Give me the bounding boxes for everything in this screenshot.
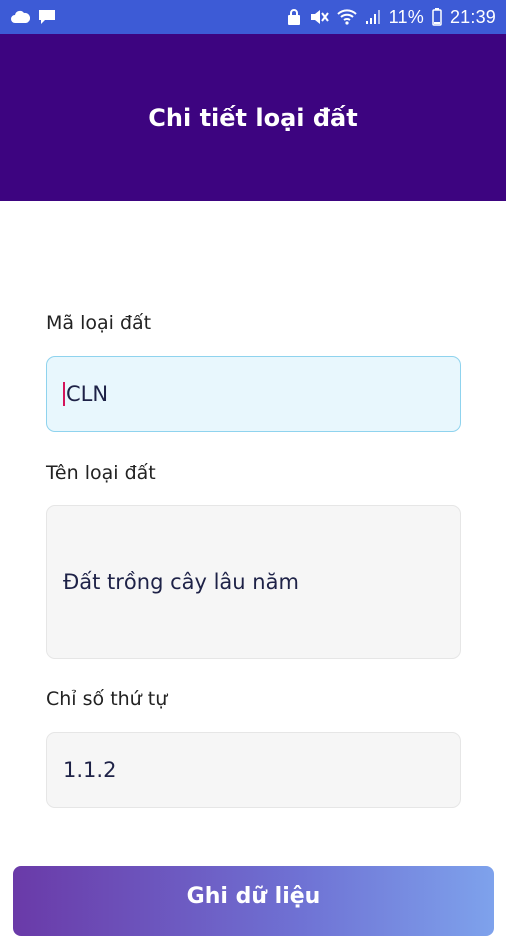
save-button-label: Ghi dữ liệu xyxy=(186,884,321,909)
save-button[interactable]: Ghi dữ liệu xyxy=(13,866,494,936)
code-label: Mã loại đất xyxy=(46,312,152,334)
app-header: Chi tiết loại đất xyxy=(0,34,506,201)
battery-icon xyxy=(432,8,442,26)
name-input[interactable]: Đất trồng cây lâu năm xyxy=(46,505,461,659)
lock-icon xyxy=(287,9,301,25)
name-label: Tên loại đất xyxy=(46,462,156,484)
cloud-icon xyxy=(10,10,30,24)
code-input[interactable]: CLN xyxy=(46,356,461,432)
status-right: 11% 21:39 xyxy=(287,7,496,28)
code-input-value: CLN xyxy=(66,382,109,406)
status-left xyxy=(10,9,56,25)
clock: 21:39 xyxy=(449,6,496,27)
order-input[interactable]: 1.1.2 xyxy=(46,732,461,808)
battery-percent: 11% xyxy=(388,6,424,27)
page-title: Chi tiết loại đất xyxy=(148,103,358,132)
order-input-value: 1.1.2 xyxy=(63,758,117,782)
text-cursor xyxy=(63,382,65,406)
wifi-icon xyxy=(336,9,357,25)
mute-icon xyxy=(309,9,329,25)
name-input-value: Đất trồng cây lâu năm xyxy=(63,570,299,594)
status-bar: 11% 21:39 xyxy=(0,0,506,34)
message-icon xyxy=(38,9,56,25)
order-label: Chỉ số thứ tự xyxy=(46,688,168,710)
signal-icon xyxy=(365,9,381,25)
